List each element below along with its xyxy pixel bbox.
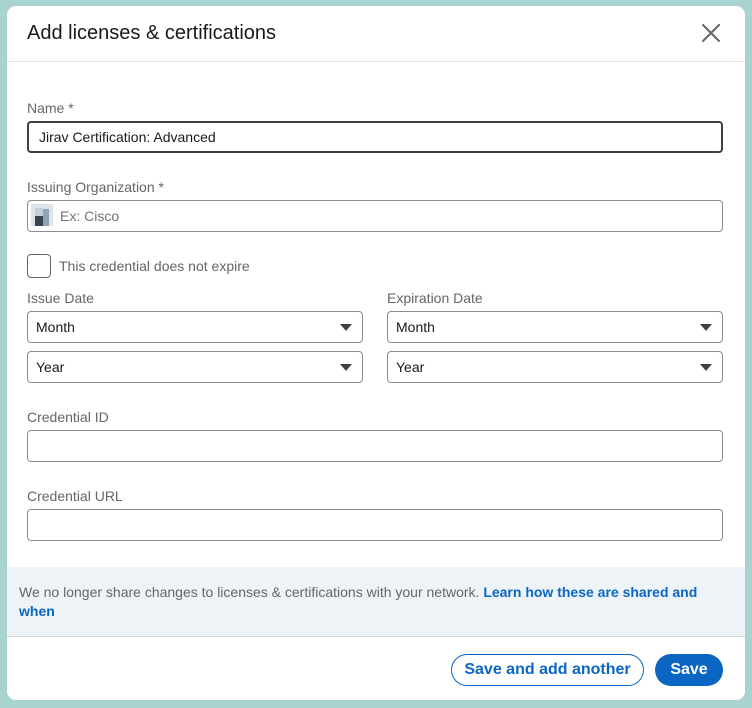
company-logo-icon (31, 204, 53, 226)
issue-month-value: Month (36, 319, 75, 335)
expiration-date-label: Expiration Date (387, 290, 483, 306)
name-input[interactable] (27, 121, 723, 153)
credential-id-label: Credential ID (27, 409, 109, 425)
name-label: Name * (27, 100, 74, 116)
save-and-add-another-button[interactable]: Save and add another (451, 654, 644, 686)
close-icon (702, 24, 720, 42)
notice-text: We no longer share changes to licenses &… (19, 583, 729, 621)
save-button[interactable]: Save (655, 654, 723, 686)
expiration-month-value: Month (396, 319, 435, 335)
expiration-year-value: Year (396, 359, 425, 375)
caret-down-icon (340, 364, 352, 371)
issuing-org-wrapper (27, 200, 723, 232)
credential-id-input[interactable] (27, 430, 723, 462)
expiration-month-select[interactable]: Month (387, 311, 723, 343)
caret-down-icon (340, 324, 352, 331)
close-button[interactable] (697, 19, 725, 47)
credential-url-label: Credential URL (27, 488, 123, 504)
sharing-notice: We no longer share changes to licenses &… (7, 567, 745, 637)
modal-title: Add licenses & certifications (27, 22, 277, 44)
modal-header: Add licenses & certifications (7, 6, 745, 62)
issuing-org-label: Issuing Organization * (27, 179, 164, 195)
issue-date-label: Issue Date (27, 290, 94, 306)
issue-year-select[interactable]: Year (27, 351, 363, 383)
credential-url-input[interactable] (27, 509, 723, 541)
notice-message: We no longer share changes to licenses &… (19, 584, 480, 600)
issue-month-select[interactable]: Month (27, 311, 363, 343)
issuing-org-input[interactable] (27, 200, 723, 232)
caret-down-icon (700, 364, 712, 371)
add-certification-modal: Add licenses & certifications Name * Iss… (7, 6, 745, 700)
caret-down-icon (700, 324, 712, 331)
no-expire-label: This credential does not expire (59, 258, 250, 274)
issue-year-value: Year (36, 359, 65, 375)
expiration-year-select[interactable]: Year (387, 351, 723, 383)
no-expire-checkbox[interactable] (27, 254, 51, 278)
